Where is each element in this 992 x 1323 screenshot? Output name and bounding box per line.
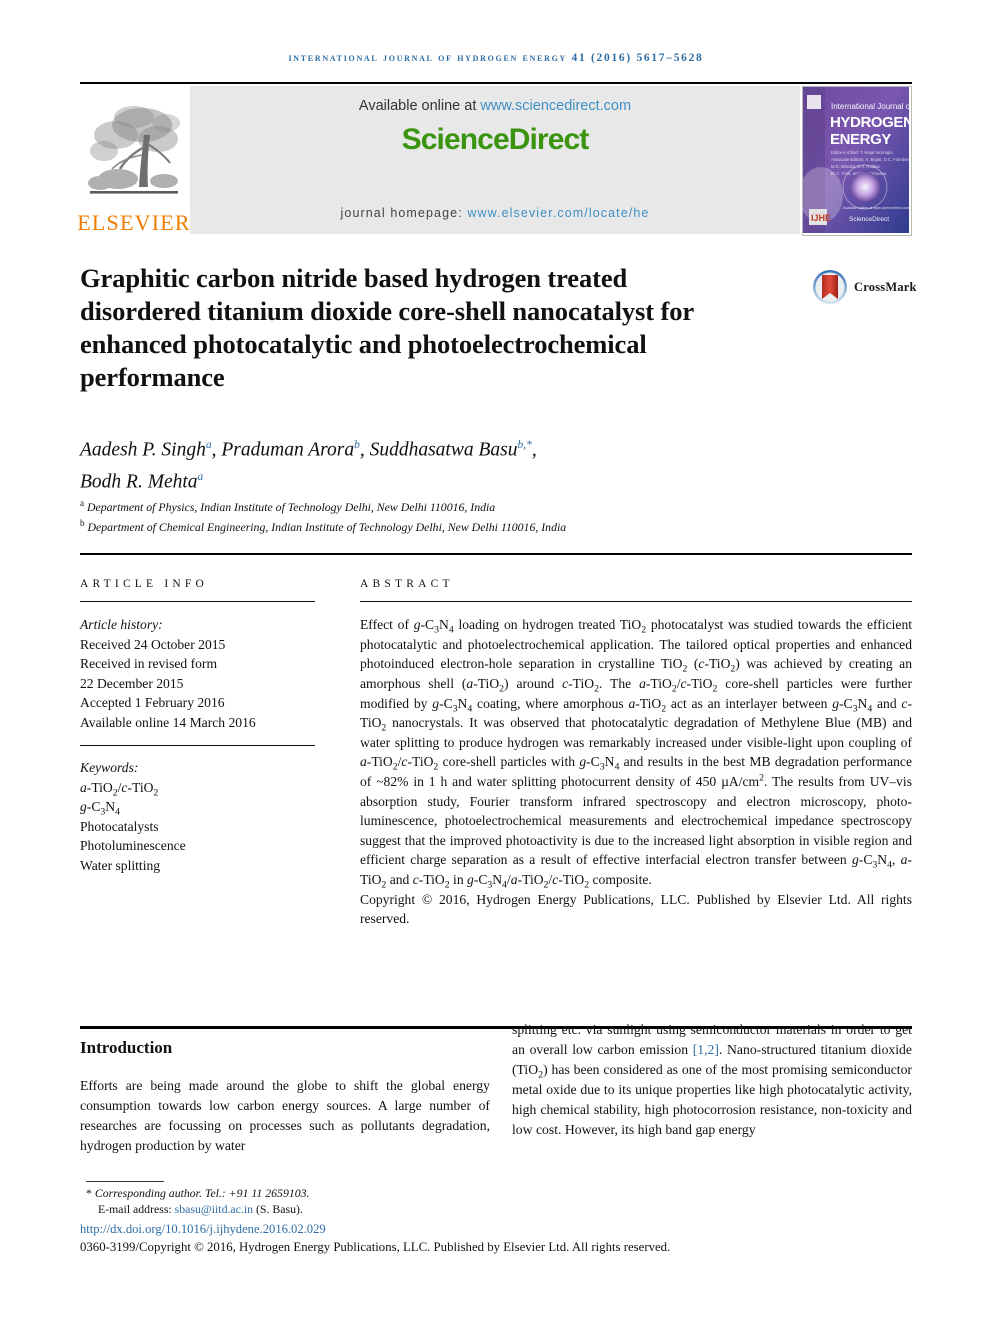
- article-history: Article history: Received 24 October 201…: [80, 615, 315, 732]
- author-list: Aadesh P. Singha, Praduman Arorab, Suddh…: [80, 432, 800, 495]
- running-head: International Journal of Hydrogen Energy…: [288, 52, 704, 64]
- corresponding-author-note: * Corresponding author. Tel.: +91 11 265…: [86, 1186, 546, 1202]
- author-1: Aadesh P. Singh: [80, 439, 206, 461]
- author-separator: ,: [531, 439, 537, 461]
- abstract-heading: ABSTRACT: [360, 578, 454, 590]
- sciencedirect-logo: ScienceDirect: [401, 123, 590, 156]
- abstract-column: ABSTRACT Effect of g-C3N4 loading on hyd…: [360, 578, 912, 929]
- introduction-paragraph-left: Efforts are being made around the globe …: [80, 1078, 490, 1153]
- abstract-text: Effect of g-C3N4 loading on hydrogen tre…: [360, 615, 912, 929]
- available-online-label: Available online at: [358, 98, 481, 114]
- keywords-label: Keywords:: [80, 760, 139, 776]
- affiliations: a Department of Physics, Indian Institut…: [80, 495, 840, 535]
- received-date: Received 24 October 2015: [80, 636, 226, 652]
- affiliation-b: b Department of Chemical Engineering, In…: [80, 515, 840, 535]
- citation-ref-1-2[interactable]: [1,2]: [693, 1042, 719, 1057]
- author-4: Bodh R. Mehta: [80, 471, 198, 492]
- svg-text:Associate Editors: A. Bejan,: Associate Editors: A. Bejan, D.C. Frands…: [831, 157, 909, 162]
- crossmark-label: CrossMark: [854, 279, 917, 294]
- email-link[interactable]: sbasu@iitd.ac.in: [175, 1202, 253, 1216]
- article-page: International Journal of Hydrogen Energy…: [0, 0, 992, 1323]
- author-3: , Suddhasatwa Basu: [359, 439, 518, 461]
- svg-text:HYDROGEN: HYDROGEN: [830, 114, 909, 131]
- email-note: E-mail address: sbasu@iitd.ac.in (S. Bas…: [86, 1202, 546, 1218]
- issn-copyright-line: 0360-3199/Copyright © 2016, Hydrogen Ene…: [80, 1240, 671, 1254]
- elsevier-wordmark: ELSEVIER: [77, 210, 191, 235]
- email-suffix: (S. Basu).: [253, 1201, 303, 1216]
- revised-date: 22 December 2015: [80, 675, 184, 691]
- svg-text:International Journal of: International Journal of: [831, 102, 909, 111]
- sciencedirect-url-link[interactable]: www.sciencedirect.com: [480, 98, 631, 114]
- cover-sciencedirect-text: ScienceDirect: [849, 216, 889, 223]
- introduction-heading: Introduction: [80, 1038, 173, 1057]
- journal-homepage-link[interactable]: www.elsevier.com/locate/he: [467, 206, 649, 220]
- keyword-item: Photocatalysts: [80, 818, 159, 834]
- available-online-date: Available online 14 March 2016: [80, 714, 256, 730]
- introduction-left-column: Introduction Efforts are being made arou…: [80, 1038, 490, 1156]
- elsevier-logo: ELSEVIER: [77, 86, 191, 235]
- accepted-date: Accepted 1 February 2016: [80, 695, 225, 711]
- affiliation-a: a Department of Physics, Indian Institut…: [80, 495, 840, 515]
- mid-rule: [80, 553, 912, 555]
- article-info-divider: [80, 601, 315, 603]
- revised-label: Received in revised form: [80, 656, 218, 672]
- corresponding-author-text: Corresponding author. Tel.: +91 11 26591…: [91, 1186, 310, 1200]
- introduction-paragraph-right: splitting etc. via sunlight using semico…: [512, 1022, 912, 1137]
- abstract-copyright: Copyright © 2016, Hydrogen Energy Public…: [360, 891, 912, 927]
- author-3-affil-marker: b,*: [517, 439, 532, 451]
- article-history-label: Article history:: [80, 617, 163, 633]
- keywords-block: Keywords: a-TiO2/c-TiO2 g-C3N4 Photocata…: [80, 758, 315, 875]
- masthead: ELSEVIER Available online at www.science…: [77, 84, 912, 236]
- svg-text:Editor-in-Chief: T. Nejat Vez: Editor-in-Chief: T. Nejat Veziroglu: [831, 150, 893, 155]
- footnote-rule: [86, 1181, 164, 1182]
- crossmark-badge[interactable]: CrossMark: [812, 268, 918, 306]
- author-2: , Praduman Arora: [211, 439, 355, 461]
- article-info-column: ARTICLE INFO Article history: Received 2…: [80, 578, 315, 875]
- journal-cover-thumbnail: International Journal of HYDROGEN ENERGY…: [802, 86, 912, 236]
- svg-text:Available online at www.scienc: Available online at www.sciencedirect.co…: [843, 206, 909, 210]
- introduction-right-column: splitting etc. via sunlight using semico…: [512, 1020, 912, 1140]
- svg-text:ENERGY: ENERGY: [830, 131, 891, 148]
- footnotes: * Corresponding author. Tel.: +91 11 265…: [86, 1186, 546, 1217]
- abstract-divider: [360, 601, 912, 603]
- keywords-divider: [80, 745, 315, 747]
- email-label: E-mail address:: [98, 1201, 175, 1216]
- page-title: Graphitic carbon nitride based hydrogen …: [80, 263, 694, 392]
- keyword-item: g-C3N4: [80, 799, 120, 819]
- crossmark-icon: [813, 270, 847, 304]
- keyword-item: Photoluminescence: [80, 838, 186, 854]
- journal-homepage-label: journal homepage:: [340, 206, 468, 220]
- keyword-item: a-TiO2/c-TiO2: [80, 779, 159, 799]
- author-4-affil-marker: a: [197, 470, 204, 483]
- available-online-line: Available online at www.sciencedirect.co…: [359, 98, 631, 114]
- elsevier-tree-icon: [82, 99, 186, 211]
- svg-text:IJHE: IJHE: [811, 213, 831, 223]
- keyword-item: Water splitting: [80, 857, 161, 873]
- affiliation-a-text: Department of Physics, Indian Institute …: [84, 499, 496, 514]
- doi-link[interactable]: http://dx.doi.org/10.1016/j.ijhydene.201…: [80, 1222, 326, 1237]
- journal-homepage-line: journal homepage: www.elsevier.com/locat…: [190, 206, 800, 220]
- sciencedirect-band: Available online at www.sciencedirect.co…: [190, 86, 800, 234]
- affiliation-b-text: Department of Chemical Engineering, Indi…: [84, 519, 567, 534]
- article-info-heading: ARTICLE INFO: [80, 578, 208, 590]
